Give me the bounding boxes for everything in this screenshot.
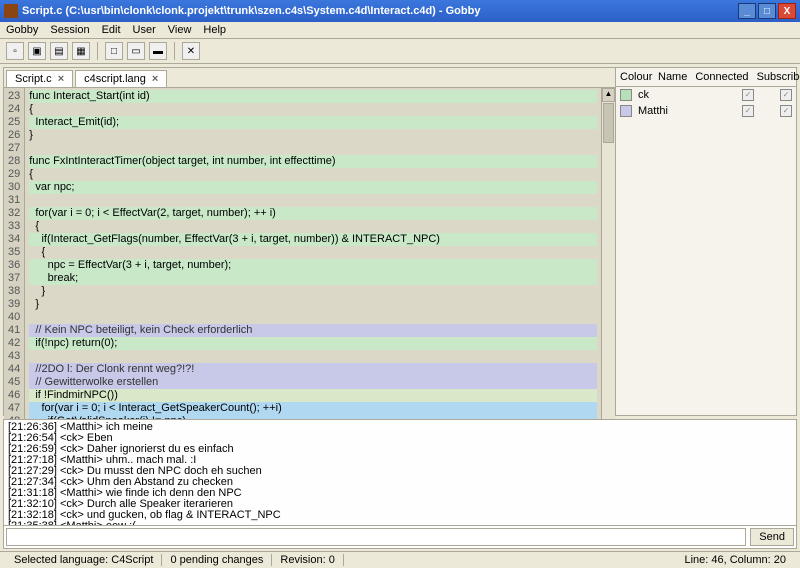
tab-label: Script.c [15,73,52,85]
user-name: ck [638,89,736,101]
connected-checkbox[interactable]: ✓ [742,105,754,117]
toolbar-new-icon[interactable]: ▫ [6,42,24,60]
menu-session[interactable]: Session [50,24,89,36]
sidebar-header: Colour Name Connected Subscribed [616,68,796,87]
col-connected: Connected [695,71,748,83]
toolbar-open-icon[interactable]: ▣ [28,42,46,60]
scroll-up-icon[interactable]: ▲ [602,88,615,102]
chat-log[interactable]: [21:26:36] <Matthi> ich meine[21:26:54] … [4,420,796,525]
col-subscribed: Subscribed [757,71,800,83]
minimize-button[interactable]: _ [738,3,756,19]
toolbar-save-icon[interactable]: ▤ [50,42,68,60]
user-row[interactable]: Matthi ✓ ✓ [616,103,796,119]
status-pending: 0 pending changes [162,554,272,566]
toolbar-doc-new-icon[interactable]: □ [105,42,123,60]
menu-user[interactable]: User [133,24,156,36]
user-color-swatch [620,89,632,101]
chat-input[interactable] [6,528,746,546]
window-title: Script.c (C:\usr\bin\clonk\clonk.projekt… [22,5,738,17]
menu-edit[interactable]: Edit [102,24,121,36]
col-name: Name [658,71,687,83]
menu-view[interactable]: View [168,24,192,36]
toolbar-doc-save-icon[interactable]: ▬ [149,42,167,60]
subscribed-checkbox[interactable]: ✓ [780,105,792,117]
user-list: ck ✓ ✓ Matthi ✓ ✓ [616,87,796,119]
menu-help[interactable]: Help [203,24,226,36]
subscribed-checkbox[interactable]: ✓ [780,89,792,101]
toolbar-saveall-icon[interactable]: ▦ [72,42,90,60]
tab-close-icon[interactable]: × [58,73,64,85]
toolbar-doc-open-icon[interactable]: ▭ [127,42,145,60]
chat-message: [21:26:36] <Matthi> ich meine [8,422,792,433]
send-button[interactable]: Send [750,528,794,546]
tab-script[interactable]: Script.c × [6,70,73,87]
status-position: Line: 46, Column: 20 [676,554,794,566]
toolbar: ▫ ▣ ▤ ▦ □ ▭ ▬ ✕ [0,39,800,64]
editor-pane: Script.c × c4script.lang × 2324252627282… [4,68,616,415]
code-body[interactable]: func Interact_Start(int id){ Interact_Em… [25,88,601,456]
user-name: Matthi [638,105,736,117]
tab-label: c4script.lang [84,73,146,85]
scroll-thumb[interactable] [603,103,614,143]
line-numbers: 2324252627282930313233343536373839404142… [4,88,25,456]
status-language: Selected language: C4Script [6,554,162,566]
status-bar: Selected language: C4Script 0 pending ch… [0,551,800,568]
chat-pane: [21:26:36] <Matthi> ich meine[21:26:54] … [3,419,797,549]
user-row[interactable]: ck ✓ ✓ [616,87,796,103]
user-sidebar: Colour Name Connected Subscribed ck✓✓Mat… [616,68,796,415]
col-colour: Colour [620,71,650,83]
title-bar: Script.c (C:\usr\bin\clonk\clonk.projekt… [0,0,800,22]
status-revision: Revision: 0 [272,554,343,566]
menu-bar: Gobby Session Edit User View Help [0,22,800,39]
toolbar-close-icon[interactable]: ✕ [182,42,200,60]
user-color-swatch [620,105,632,117]
vertical-scrollbar[interactable]: ▲ ▼ [601,88,615,456]
tab-c4script[interactable]: c4script.lang × [75,70,167,87]
tab-close-icon[interactable]: × [152,73,158,85]
tab-bar: Script.c × c4script.lang × [4,68,615,88]
menu-gobby[interactable]: Gobby [6,24,38,36]
maximize-button[interactable]: □ [758,3,776,19]
connected-checkbox[interactable]: ✓ [742,89,754,101]
close-button[interactable]: X [778,3,796,19]
code-editor[interactable]: 2324252627282930313233343536373839404142… [4,88,601,456]
app-icon [4,4,18,18]
